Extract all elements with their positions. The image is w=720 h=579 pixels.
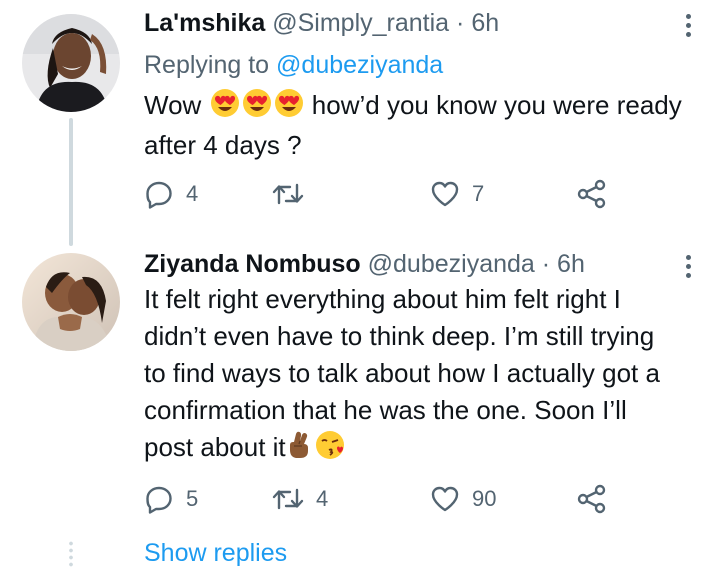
tweet-text: Wow how’d you know you were ready after … — [144, 87, 704, 163]
heart-icon — [430, 179, 460, 209]
text-line: to find ways to talk about how I actuall… — [144, 358, 660, 388]
user-handle[interactable]: @Simply_rantia — [272, 9, 449, 37]
replying-to-label: Replying to — [144, 51, 270, 79]
retweet-icon — [272, 484, 304, 514]
face-blowing-kiss-emoji-icon — [315, 430, 345, 470]
reply-icon — [144, 179, 174, 209]
more-options-icon[interactable] — [686, 255, 692, 282]
more-options-icon[interactable] — [686, 14, 692, 41]
mention-link[interactable]: @dubeziyanda — [276, 51, 443, 79]
text-line: Wow how’d you know you were ready — [144, 87, 704, 127]
reply-button[interactable]: 5 — [144, 481, 198, 517]
heart-icon — [430, 484, 460, 514]
share-button[interactable] — [576, 176, 608, 212]
tweet-text: It felt right everything about him felt … — [144, 281, 704, 470]
display-name[interactable]: Ziyanda Nombuso — [144, 250, 361, 278]
heart-eyes-emoji-icon — [274, 88, 304, 127]
reply-count: 4 — [186, 181, 199, 206]
timestamp[interactable]: 6h — [471, 9, 499, 37]
share-icon — [576, 483, 608, 515]
tweet[interactable]: La'mshika @Simply_rantia · 6h Replying t… — [0, 0, 720, 250]
tweet-header: Ziyanda Nombuso @dubeziyanda · 6h — [144, 247, 585, 281]
text-line: didn’t even have to think deep. I’m stil… — [144, 321, 655, 351]
like-count: 90 — [472, 486, 497, 511]
reply-icon — [144, 484, 174, 514]
text-line: confirmation that he was the one. Soon I… — [144, 395, 627, 425]
text-line: post about it — [144, 429, 704, 470]
separator-dot: · — [456, 9, 465, 37]
text-segment: post about it — [144, 432, 286, 462]
share-icon — [576, 178, 608, 210]
crossed-fingers-emoji-icon — [287, 430, 313, 470]
thread-more-dots — [69, 540, 73, 568]
retweet-count: 4 — [316, 486, 329, 511]
separator-dot: · — [541, 250, 551, 278]
display-name[interactable]: La'mshika — [144, 9, 265, 37]
thread-line — [69, 118, 73, 246]
retweet-icon — [272, 179, 304, 209]
like-button[interactable]: 90 — [430, 481, 496, 517]
reply-count: 5 — [186, 486, 199, 511]
retweet-button[interactable]: 4 — [272, 481, 328, 517]
text-segment: how’d you know you were ready — [311, 90, 682, 120]
like-button[interactable]: 7 — [430, 176, 484, 212]
avatar[interactable] — [22, 253, 120, 351]
text-line: after 4 days ? — [144, 130, 302, 160]
action-bar: 4 7 — [144, 176, 624, 212]
show-replies-link[interactable]: Show replies — [144, 536, 287, 570]
heart-eyes-emoji-icon — [210, 88, 240, 127]
replying-to: Replying to @dubeziyanda — [144, 48, 443, 82]
user-handle[interactable]: @dubeziyanda — [368, 250, 535, 278]
retweet-button[interactable] — [272, 176, 304, 212]
text-segment: Wow — [144, 90, 202, 120]
share-button[interactable] — [576, 481, 608, 517]
timestamp[interactable]: 6h — [557, 250, 585, 278]
text-line: It felt right everything about him felt … — [144, 284, 621, 314]
tweet[interactable]: Ziyanda Nombuso @dubeziyanda · 6h It fel… — [0, 235, 720, 555]
heart-eyes-emoji-icon — [242, 88, 272, 127]
reply-button[interactable]: 4 — [144, 176, 198, 212]
tweet-header: La'mshika @Simply_rantia · 6h — [144, 6, 499, 40]
avatar[interactable] — [22, 14, 120, 112]
like-count: 7 — [472, 181, 485, 206]
action-bar: 5 4 90 — [144, 481, 624, 517]
